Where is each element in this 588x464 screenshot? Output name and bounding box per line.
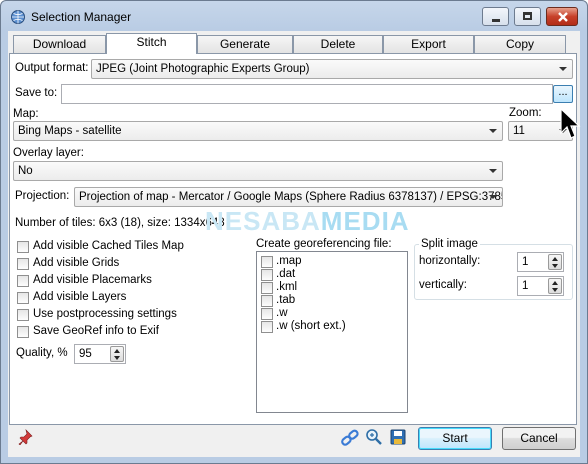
maximize-button[interactable] xyxy=(514,7,541,26)
selection-manager-window: Selection Manager Download Stitch Genera… xyxy=(0,0,588,464)
grids-checkbox[interactable] xyxy=(17,258,29,270)
georef-exif-checkbox[interactable] xyxy=(17,326,29,338)
chevron-down-icon xyxy=(559,67,567,71)
minimize-button[interactable] xyxy=(482,7,509,26)
tab-label: Delete xyxy=(320,37,356,51)
georef-map-checkbox[interactable] xyxy=(261,256,273,268)
watermark-part2: MEDIA xyxy=(320,206,410,236)
list-item: .tab xyxy=(276,294,296,306)
option-label: Add visible Grids xyxy=(33,257,120,269)
title-bar[interactable]: Selection Manager xyxy=(1,1,587,31)
maximize-icon xyxy=(523,12,532,20)
window-title: Selection Manager xyxy=(31,10,132,24)
option-label: Use postprocessing settings xyxy=(33,308,177,320)
option-label: Add visible Cached Tiles Map xyxy=(33,240,184,252)
georef-dat-checkbox[interactable] xyxy=(261,269,273,281)
split-vertical-value: 1 xyxy=(522,280,529,292)
stitch-panel: Output format: JPEG (Joint Photographic … xyxy=(9,53,577,425)
tab-label: Export xyxy=(411,37,446,51)
tab-label: Copy xyxy=(505,37,534,51)
start-label: Start xyxy=(442,431,468,445)
overlay-layer-select[interactable]: No xyxy=(13,161,503,181)
split-horizontal-spinner[interactable]: 1 xyxy=(517,252,564,272)
chevron-down-icon xyxy=(489,169,497,173)
spinner-arrows-icon[interactable] xyxy=(548,278,562,294)
postprocessing-checkbox[interactable] xyxy=(17,309,29,321)
cancel-label: Cancel xyxy=(520,431,558,445)
tab-export[interactable]: Export xyxy=(383,35,474,53)
chevron-down-icon xyxy=(489,195,497,199)
watermark: NESABAMEDIA xyxy=(205,206,410,237)
option-label: Save GeoRef info to Exif xyxy=(33,325,159,337)
watermark-part1: NESABA xyxy=(205,206,321,236)
chevron-down-icon xyxy=(489,129,497,133)
dialog-client-area: Download Stitch Generate Delete Export C… xyxy=(8,31,580,457)
georef-w-short-checkbox[interactable] xyxy=(261,321,273,333)
mouse-cursor-icon xyxy=(560,108,581,139)
tab-label: Stitch xyxy=(136,35,167,49)
projection-label: Projection: xyxy=(15,190,70,202)
tab-stitch[interactable]: Stitch xyxy=(106,33,197,54)
list-item: .w (short ext.) xyxy=(276,320,346,332)
start-button[interactable]: Start xyxy=(418,427,492,450)
list-item: .w xyxy=(276,307,288,319)
pin-icon[interactable] xyxy=(17,429,33,445)
spinner-arrows-icon[interactable] xyxy=(110,346,124,362)
zoom-label: Zoom: xyxy=(509,107,542,119)
quality-label: Quality, % xyxy=(16,347,68,359)
minimize-icon xyxy=(492,19,500,22)
georef-w-checkbox[interactable] xyxy=(261,308,273,320)
map-value: Bing Maps - satellite xyxy=(18,125,122,137)
list-item: .dat xyxy=(276,268,296,280)
spinner-arrows-icon[interactable] xyxy=(548,254,562,270)
close-icon xyxy=(558,12,568,22)
layers-checkbox[interactable] xyxy=(17,292,29,304)
georef-tab-checkbox[interactable] xyxy=(261,295,273,307)
cancel-button[interactable]: Cancel xyxy=(502,427,576,450)
tiles-info: Number of tiles: 6x3 (18), size: 1334x64… xyxy=(15,217,225,229)
output-format-value: JPEG (Joint Photographic Experts Group) xyxy=(96,63,310,75)
output-format-label: Output format: xyxy=(15,62,89,74)
split-vertical-spinner[interactable]: 1 xyxy=(517,276,564,296)
option-label: Add visible Placemarks xyxy=(33,274,152,286)
tab-generate[interactable]: Generate xyxy=(197,35,293,53)
map-select[interactable]: Bing Maps - satellite xyxy=(13,121,503,141)
map-label: Map: xyxy=(13,108,39,120)
projection-value: Projection of map - Mercator / Google Ma… xyxy=(79,191,503,203)
cached-tiles-checkbox[interactable] xyxy=(17,241,29,253)
zoom-icon[interactable] xyxy=(365,428,383,446)
overlay-layer-label: Overlay layer: xyxy=(13,147,84,159)
projection-select[interactable]: Projection of map - Mercator / Google Ma… xyxy=(74,187,503,207)
zoom-value: 11 xyxy=(513,125,525,137)
output-format-select[interactable]: JPEG (Joint Photographic Experts Group) xyxy=(91,59,573,79)
georef-kml-checkbox[interactable] xyxy=(261,282,273,294)
tab-copy[interactable]: Copy xyxy=(474,35,566,53)
quality-value: 95 xyxy=(79,348,92,360)
browse-label: ... xyxy=(558,86,568,98)
georef-title: Create georeferencing file: xyxy=(256,238,392,250)
save-to-label: Save to: xyxy=(15,87,58,99)
list-item: .kml xyxy=(276,281,298,293)
close-button[interactable] xyxy=(546,7,578,26)
split-horizontal-value: 1 xyxy=(522,256,529,268)
link-icon[interactable] xyxy=(341,429,359,447)
tab-label: Generate xyxy=(219,37,271,51)
save-to-input[interactable] xyxy=(61,84,553,104)
option-label: Add visible Layers xyxy=(33,291,127,303)
split-horizontal-label: horizontally: xyxy=(419,255,481,267)
list-item: .map xyxy=(276,255,302,267)
split-vertical-label: vertically: xyxy=(419,279,467,291)
tab-delete[interactable]: Delete xyxy=(293,35,383,53)
split-image-title: Split image xyxy=(419,238,480,250)
tab-label: Download xyxy=(32,37,87,51)
save-icon[interactable] xyxy=(390,429,406,445)
globe-app-icon xyxy=(11,10,25,24)
placemarks-checkbox[interactable] xyxy=(17,275,29,287)
tab-download[interactable]: Download xyxy=(13,35,106,53)
georef-file-list[interactable]: .map .dat .kml .tab .w .w (short ext.) xyxy=(256,251,408,413)
quality-spinner[interactable]: 95 xyxy=(74,344,126,364)
browse-button[interactable]: ... xyxy=(553,85,573,103)
overlay-layer-value: No xyxy=(18,165,33,177)
